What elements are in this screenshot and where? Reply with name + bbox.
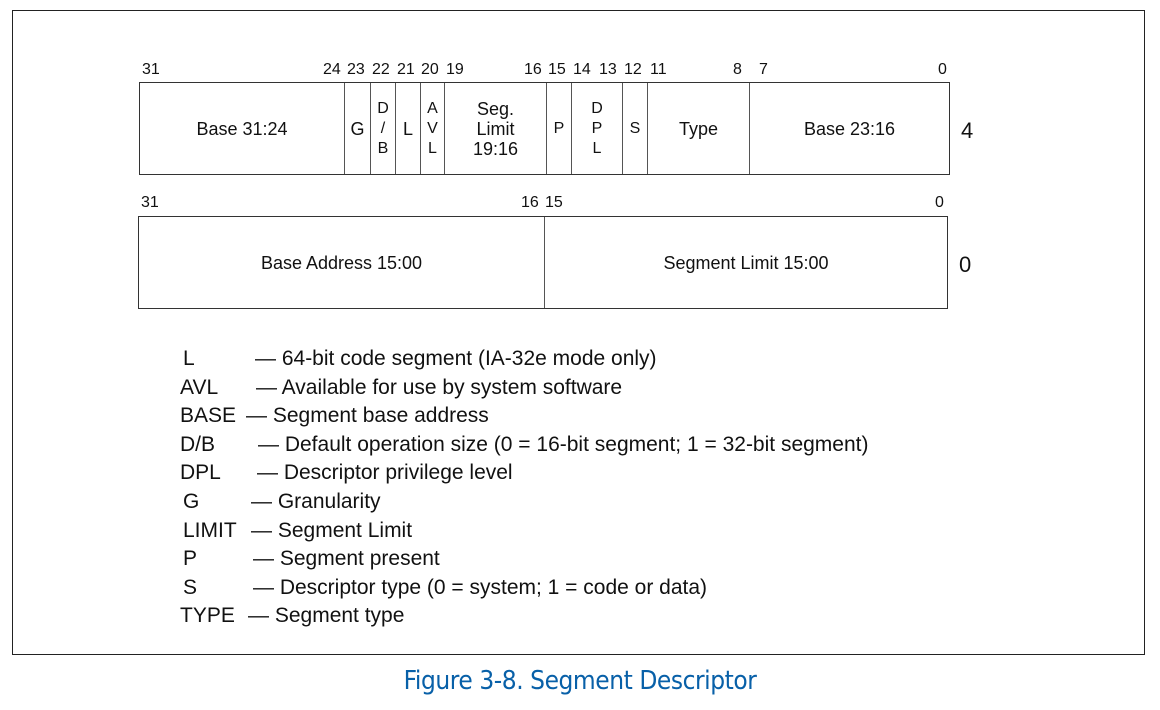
bit-number: 7 (759, 61, 768, 78)
field-label: L (402, 118, 413, 139)
field-base-address-15-00: Base Address 15:00 (139, 217, 544, 308)
bit-number: 0 (938, 61, 947, 78)
legend-desc: — Granularity (251, 490, 381, 513)
legend-desc: — 64-bit code segment (IA-32e mode only) (255, 347, 657, 370)
field-label: Base 23:16 (803, 118, 896, 139)
bit-number: 20 (421, 61, 439, 78)
legend-abbr: P (183, 547, 198, 570)
legend-desc: — Segment type (248, 604, 405, 627)
field-l: L (395, 83, 420, 174)
field-label: D / B (377, 99, 389, 157)
high-dword-offset: 4 (961, 118, 974, 143)
legend-item: D/B — Default operation size (0 = 16-bit … (180, 431, 869, 459)
figure-caption: Figure 3-8. Segment Descriptor (403, 666, 757, 696)
field-segment-limit-15-00: Segment Limit 15:00 (544, 217, 947, 308)
legend-item: DPL — Descriptor privilege level (180, 459, 513, 487)
legend-item: L — 64-bit code segment (IA-32e mode only… (180, 345, 657, 373)
field-label: Type (678, 118, 719, 139)
legend-item: LIMIT — Segment Limit (180, 517, 412, 545)
bit-number: 24 (323, 61, 341, 78)
field-label: D P L (591, 99, 603, 157)
legend-item: BASE — Segment base address (180, 402, 489, 430)
field-base-23-16: Base 23:16 (749, 83, 949, 174)
field-seg-limit-19-16: Seg. Limit 19:16 (444, 83, 546, 174)
field-g: G (344, 83, 370, 174)
bit-number: 31 (141, 194, 159, 211)
field-label: G (350, 118, 365, 139)
field-s: S (622, 83, 647, 174)
field-label: Base 31:24 (196, 118, 288, 139)
field-base-31-24: Base 31:24 (140, 83, 344, 174)
legend-abbr: L (183, 347, 195, 370)
field-type: Type (647, 83, 749, 174)
bit-number: 11 (650, 61, 667, 78)
legend-abbr: S (183, 576, 198, 599)
legend-desc: — Descriptor type (0 = system; 1 = code … (253, 576, 708, 599)
legend-abbr: LIMIT (183, 519, 237, 542)
bit-number: 15 (548, 61, 566, 78)
legend-abbr: BASE (180, 404, 237, 427)
legend-item: G — Granularity (180, 488, 381, 516)
field-label: Base Address 15:00 (260, 252, 423, 273)
legend-item: S — Descriptor type (0 = system; 1 = code… (180, 574, 707, 602)
field-d-b: D / B (370, 83, 395, 174)
field-p: P (546, 83, 571, 174)
field-avl: A V L (420, 83, 444, 174)
bit-number: 16 (521, 194, 539, 211)
legend-item: TYPE — Segment type (180, 602, 404, 630)
bit-number: 15 (545, 194, 563, 211)
legend-desc: — Default operation size (0 = 16-bit seg… (258, 433, 869, 456)
legend-abbr: D/B (180, 433, 216, 456)
legend-desc: — Segment base address (246, 404, 489, 427)
field-label: S (629, 119, 641, 137)
low-dword-offset: 0 (959, 252, 972, 277)
legend-desc: — Segment Limit (251, 519, 413, 542)
bit-number: 8 (733, 61, 742, 78)
legend-abbr: TYPE (180, 604, 235, 627)
bit-number: 22 (372, 61, 390, 78)
field-label: Seg. Limit 19:16 (472, 98, 519, 159)
field-label: Segment Limit 15:00 (663, 252, 829, 273)
bit-number: 16 (524, 61, 542, 78)
bit-number: 14 (573, 61, 591, 78)
bit-number: 13 (599, 61, 617, 78)
field-label: A V L (427, 99, 438, 157)
high-dword-row: Base 31:24 G D / B L A V L Seg. Limit 19… (139, 82, 950, 175)
low-dword-row: Base Address 15:00 Segment Limit 15:00 (138, 216, 948, 309)
bit-number: 19 (446, 61, 464, 78)
bit-number: 21 (397, 61, 415, 78)
legend-item: AVL — Available for use by system softwar… (180, 374, 622, 402)
bit-number: 12 (624, 61, 642, 78)
legend-abbr: DPL (180, 461, 221, 484)
legend-abbr: AVL (180, 376, 219, 399)
legend-desc: — Segment present (253, 547, 440, 570)
field-label: P (553, 119, 565, 137)
legend-item: P — Segment present (180, 545, 440, 573)
field-dpl: D P L (571, 83, 622, 174)
bit-number: 23 (347, 61, 365, 78)
bit-number: 31 (142, 61, 160, 78)
legend-abbr: G (183, 490, 200, 513)
legend-desc: — Available for use by system software (256, 376, 623, 399)
legend-desc: — Descriptor privilege level (257, 461, 513, 484)
bit-number: 0 (935, 194, 944, 211)
